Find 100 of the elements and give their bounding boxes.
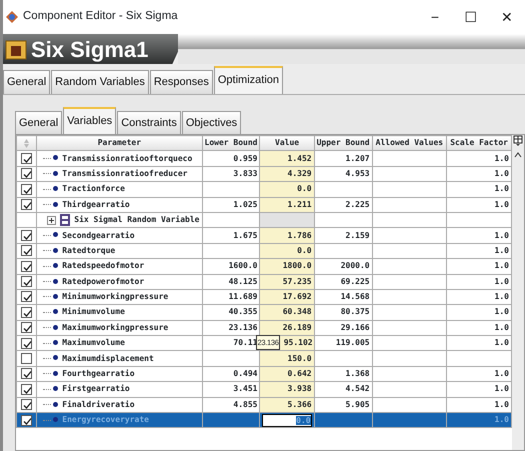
checkbox[interactable]	[21, 276, 32, 288]
upper-bound: 2000.0	[340, 261, 370, 270]
scale-factor: 1.0	[494, 322, 509, 332]
tab[interactable]: Variables	[63, 106, 116, 134]
scale-factor: 1.0	[494, 292, 509, 302]
lower-bound: 1.025	[233, 200, 258, 209]
upper-bound: 2.225	[346, 200, 370, 209]
upper-bound: 1.207	[346, 154, 370, 163]
checkbox[interactable]	[21, 306, 32, 318]
parameter-name: Ratedtorque	[62, 246, 116, 255]
checkbox[interactable]	[21, 260, 32, 272]
parameter-name: Ratedpowerofmotor	[62, 276, 144, 286]
checkbox[interactable]	[21, 322, 32, 334]
value-text: 60.348	[282, 307, 312, 316]
tab[interactable]: Random Variables	[51, 70, 149, 94]
lower-bound: 1600.0	[228, 261, 258, 270]
value-text: 1.211	[288, 200, 312, 209]
component-title: Six Sigma1	[31, 36, 148, 64]
group-name: Six Sigmal Random Variable	[74, 215, 200, 224]
upper-bound: 80.375	[340, 307, 370, 316]
maximize-button[interactable]: ☐	[453, 6, 489, 28]
checkbox[interactable]	[21, 384, 32, 395]
variable-icon	[53, 294, 58, 299]
tab[interactable]: General	[3, 70, 50, 94]
tab[interactable]: Optimization	[214, 66, 284, 94]
upper-bound: 1.368	[346, 369, 370, 378]
value-text: 57.235	[282, 276, 312, 286]
column-header[interactable]: Lower Bound	[202, 136, 260, 151]
value-text: 0.0	[297, 246, 312, 255]
value-text: 4.329	[288, 168, 312, 178]
scale-factor: 1.0	[494, 246, 509, 255]
variable-icon	[53, 340, 58, 346]
checkbox[interactable]	[21, 230, 32, 241]
value-text: 1.452	[288, 154, 312, 163]
lower-bound: 11.689	[228, 292, 258, 302]
parameter-name: Maximumworkingpressure	[62, 322, 168, 332]
scale-factor: 1.0	[494, 230, 509, 240]
scale-factor: 1.0	[494, 261, 509, 270]
scale-factor: 1.0	[494, 307, 509, 316]
folder-icon	[5, 38, 27, 60]
tab[interactable]: Responses	[150, 70, 213, 94]
variable-icon	[53, 278, 58, 284]
variable-icon	[53, 202, 58, 207]
upper-bound: 2.159	[346, 230, 370, 240]
checkbox[interactable]	[21, 368, 32, 380]
parameter-name: Transmissionratiooftorqueco	[62, 154, 192, 163]
value-text: 17.692	[282, 292, 312, 302]
checkbox[interactable]	[21, 184, 32, 195]
variable-icon	[53, 263, 58, 268]
variable-icon	[53, 232, 58, 238]
column-header[interactable]: Upper Bound	[314, 136, 372, 151]
variable-icon	[53, 402, 58, 407]
checkbox[interactable]	[21, 168, 32, 180]
lower-bound: 3.833	[233, 168, 258, 178]
checkbox[interactable]	[21, 352, 32, 364]
scale-factor: 1.0	[494, 168, 509, 178]
parameter-name: Secondgearratio	[62, 230, 135, 240]
checkbox[interactable]	[21, 414, 32, 426]
parameter-name: Finaldriveratio	[62, 400, 135, 409]
lower-bound: 70.11	[233, 338, 258, 348]
tab[interactable]: Constraints	[117, 110, 181, 134]
value-text: 0.642	[288, 369, 312, 378]
close-button[interactable]: ✕	[489, 6, 525, 28]
scale-factor: 1.0	[494, 415, 509, 424]
lower-bound: 48.125	[228, 276, 258, 286]
column-header[interactable]: Parameter	[36, 136, 202, 151]
checkbox[interactable]	[21, 152, 32, 164]
minimize-button[interactable]: −	[417, 6, 453, 28]
parameter-name: Energyrecoveryrate	[62, 415, 149, 424]
lower-bound: 1.675	[233, 230, 258, 240]
column-header[interactable]: Value	[260, 136, 314, 151]
lower-bound: 0.494	[233, 369, 258, 378]
checkbox[interactable]	[21, 245, 32, 256]
parameter-name: Maximumvolume	[62, 338, 125, 348]
lower-bound: 23.136	[228, 322, 258, 332]
parameter-name: Minimumworkingpressure	[62, 292, 168, 302]
column-header[interactable]: Scale Factor	[446, 136, 512, 151]
scale-factor: 1.0	[494, 200, 509, 209]
variable-icon	[53, 186, 58, 192]
variable-icon	[53, 417, 58, 422]
parameter-name: Firstgearratio	[62, 384, 130, 394]
column-header[interactable]: Allowed Values	[372, 136, 447, 151]
checkbox[interactable]	[21, 291, 32, 302]
value-text: 1800.0	[282, 261, 312, 270]
lower-bound: 3.451	[233, 384, 258, 394]
lower-bound: 0.959	[233, 154, 258, 163]
tab[interactable]: General	[15, 110, 62, 134]
scroll-up-icon[interactable]	[514, 151, 522, 159]
checkbox[interactable]	[21, 338, 32, 349]
value-text: 150.0	[288, 354, 312, 363]
checkbox[interactable]	[21, 199, 32, 210]
parameter-name: Thirdgearratio	[62, 200, 130, 209]
scale-factor: 1.0	[494, 369, 509, 378]
window-title: Component Editor - Six Sigma	[23, 9, 179, 24]
column-chooser-icon[interactable]	[513, 135, 523, 147]
tab[interactable]: Objectives	[182, 110, 242, 134]
upper-bound: 14.568	[340, 292, 370, 302]
upper-bound: 69.225	[340, 276, 370, 286]
upper-bound: 4.953	[346, 168, 370, 178]
checkbox[interactable]	[21, 399, 32, 410]
